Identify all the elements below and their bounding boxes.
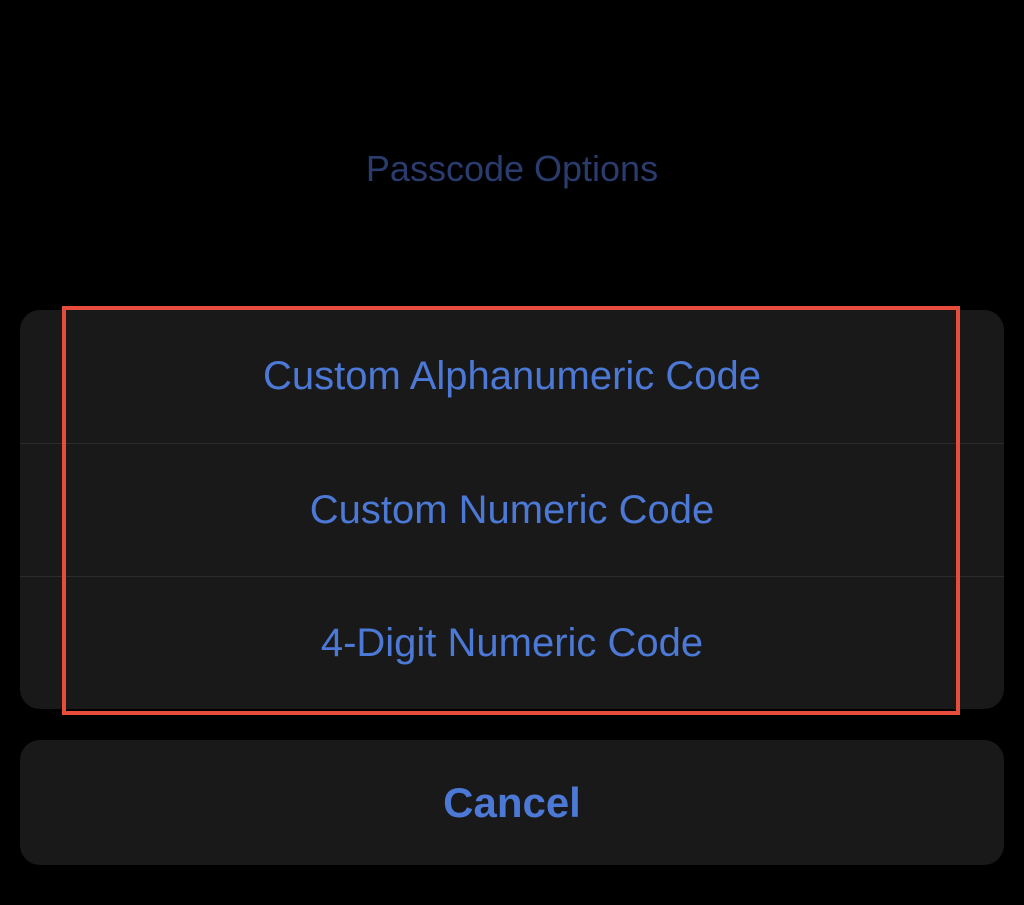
option-custom-numeric[interactable]: Custom Numeric Code [20, 443, 1004, 576]
option-label: 4-Digit Numeric Code [321, 621, 703, 666]
passcode-options-group: Custom Alphanumeric Code Custom Numeric … [20, 310, 1004, 709]
cancel-button[interactable]: Cancel [20, 740, 1004, 865]
option-custom-alphanumeric[interactable]: Custom Alphanumeric Code [20, 310, 1004, 443]
options-inner: Custom Alphanumeric Code Custom Numeric … [20, 310, 1004, 709]
sheet-title: Passcode Options [0, 148, 1024, 190]
cancel-label: Cancel [443, 779, 581, 827]
option-label: Custom Alphanumeric Code [263, 354, 761, 399]
option-4-digit-numeric[interactable]: 4-Digit Numeric Code [20, 576, 1004, 709]
option-label: Custom Numeric Code [310, 488, 715, 533]
